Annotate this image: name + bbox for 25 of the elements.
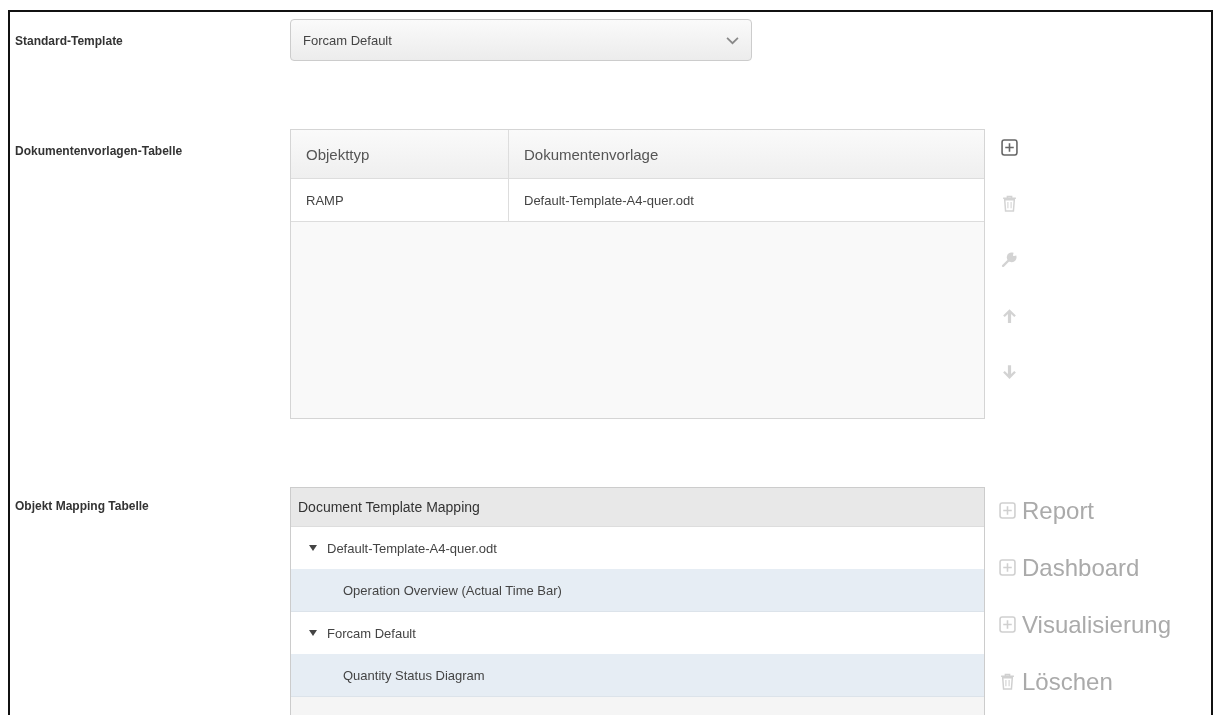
expand-triangle-icon[interactable]	[309, 545, 317, 551]
tree-item[interactable]: Quantity Status Diagram	[291, 654, 984, 697]
plus-icon	[999, 559, 1016, 576]
chevron-down-icon	[726, 35, 739, 45]
plus-icon	[999, 502, 1016, 519]
column-header: Document Template Mapping	[291, 488, 984, 527]
plus-icon	[1001, 139, 1018, 156]
wrench-icon	[1001, 251, 1018, 268]
column-header[interactable]: Dokumentenvorlage	[509, 130, 984, 178]
table-cell-text: Default-Template-A4-quer.odt	[523, 191, 695, 210]
table-cell: RAMP	[291, 179, 509, 221]
arrow-up-icon	[1001, 307, 1018, 324]
template-dropdown[interactable]: Forcam Default	[290, 19, 752, 61]
field-label: Objekt Mapping Tabelle	[14, 498, 150, 513]
tree-item[interactable]: Operation Overview (Actual Time Bar)	[291, 569, 984, 612]
node-label: Forcam Default	[327, 625, 416, 641]
trash-icon	[1001, 195, 1018, 212]
field-label: Dokumentenvorlagen-Tabelle	[14, 143, 184, 158]
plus-icon	[999, 616, 1016, 633]
field-label: Standard-Template	[14, 33, 124, 48]
column-header[interactable]: Objekttyp	[291, 130, 509, 178]
trash-icon	[999, 673, 1016, 690]
expand-triangle-icon[interactable]	[309, 630, 317, 636]
arrow-down-icon	[1001, 363, 1018, 380]
node-label: Default-Template-A4-quer.odt	[327, 540, 497, 556]
